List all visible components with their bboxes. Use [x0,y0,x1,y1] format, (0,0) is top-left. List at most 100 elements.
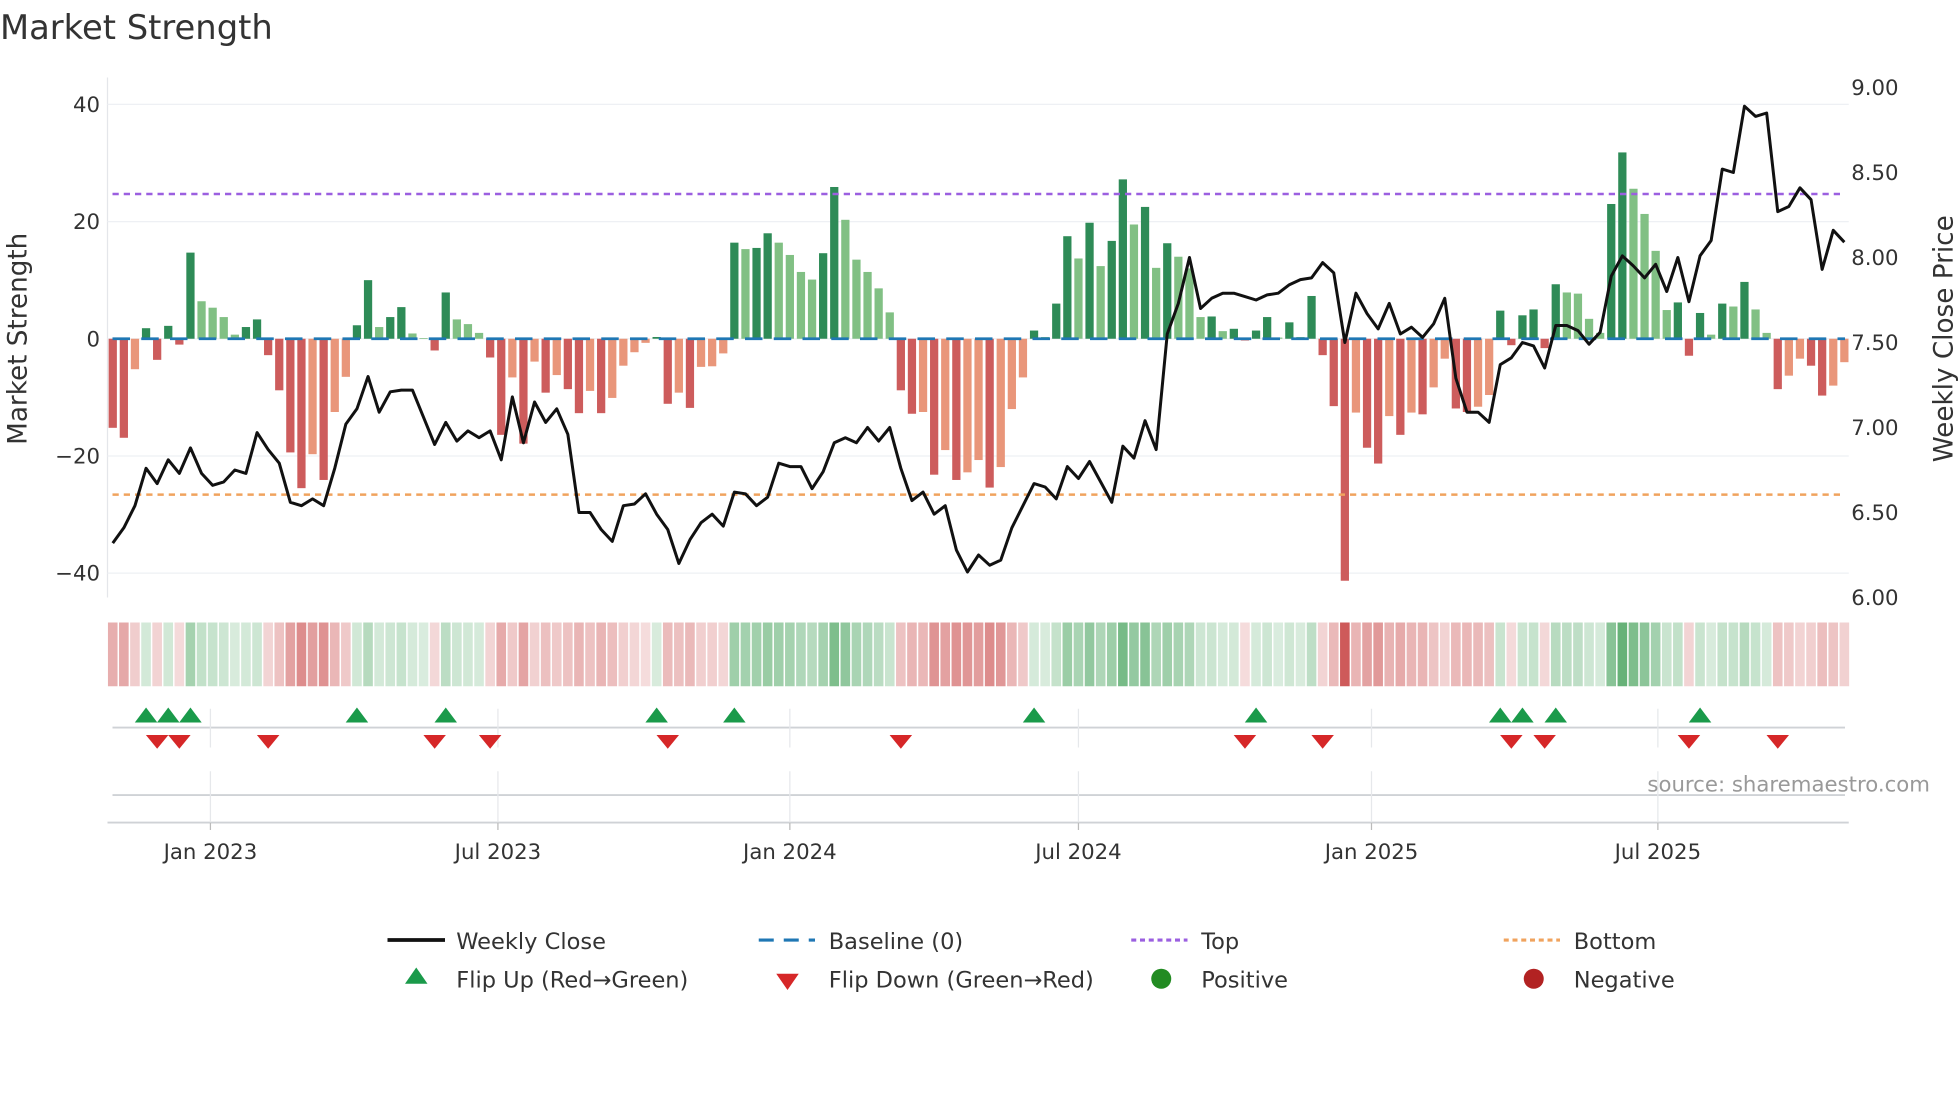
heat-cell [1229,622,1239,687]
strength-bar [1318,338,1327,356]
heat-cell [196,622,207,687]
legend-bottom: Bottom [1574,929,1657,955]
heat-cell [174,622,185,687]
strength-bar [1818,338,1827,396]
heat-cell [485,622,495,687]
strength-bar [264,338,273,356]
strength-bar [552,338,561,376]
strength-bar [297,338,306,489]
legend-positive: Positive [1201,968,1288,994]
strength-bar [1618,152,1627,339]
heat-cell [119,622,129,687]
heat-cell [640,622,651,687]
heat-cell [1728,622,1739,687]
heat-cell [862,622,873,687]
strength-bar [208,307,217,339]
flip-down-marker [423,735,446,749]
heat-cell [1384,622,1395,687]
heat-cell [1073,622,1084,687]
strength-bar [1307,295,1316,339]
strength-bar [819,253,828,339]
y2-axis-label: Weekly Close Price [1930,215,1960,462]
strength-bar [619,338,628,366]
heat-cell [507,622,518,687]
heat-cell [1772,622,1783,687]
strength-bar [1263,317,1272,339]
strength-bar [585,338,595,391]
legend-top: Top [1200,929,1239,955]
strength-bar [430,338,439,351]
heat-cell [1473,622,1483,687]
strength-bar [663,338,672,404]
heat-cell [1295,622,1306,687]
heat-cell [363,622,373,687]
heat-cell [1328,622,1339,687]
strength-bar [574,338,584,414]
heat-cell [274,622,285,687]
heat-cell [551,622,562,687]
strength-bar [141,328,151,339]
flip-up-marker [434,707,457,723]
heat-cell [1273,622,1284,687]
strength-bar [785,254,794,339]
strength-bar [730,242,739,339]
heat-cell [341,622,351,687]
heat-cell [1206,622,1217,687]
heat-cell [374,622,384,687]
heat-cell [729,622,740,687]
heat-cell [1673,622,1683,687]
strength-bar [1806,338,1816,366]
flip-down-marker [889,735,913,749]
strength-bar [1440,338,1449,359]
heat-cell [1095,622,1106,687]
market-strength-chart: Market Strength 40 20 0 −20 −40 9.00 8.50 8.00 7… [0,8,1960,994]
heat-cell [940,622,951,687]
heat-cell [818,622,828,687]
heat-cell [662,622,673,687]
strength-bar [241,327,251,339]
heat-cell [1007,622,1017,687]
heat-cell [1784,622,1794,687]
flip-up-marker [1544,707,1567,723]
heat-cell [385,622,396,687]
heat-cell [1828,622,1839,687]
heat-cell [1695,622,1705,687]
heat-cell [141,622,151,687]
strength-bar [1251,330,1261,339]
legend-flip-up: Flip Up (Red→Green) [456,968,688,994]
flip-up-marker [179,707,202,723]
heat-cell [1284,622,1295,687]
heat-cell [618,622,629,687]
heat-cell [1539,622,1550,687]
heat-cell [452,622,462,687]
source-credit: source: sharemaestro.com [1647,772,1930,797]
strength-bar [1107,240,1116,339]
heat-cell [1240,622,1250,687]
heat-cell [1739,622,1750,687]
heat-cell [474,622,484,687]
flip-down-marker [1311,735,1334,749]
heat-cell [973,622,984,687]
heat-cell [1417,622,1428,687]
heat-cell [1306,622,1317,687]
heat-cell [1650,622,1661,687]
heat-cell [1484,622,1494,687]
heat-cell [396,622,407,687]
heat-cell [1439,622,1450,687]
strength-bar [452,319,461,339]
strength-bar [1751,309,1760,339]
heat-cell [574,622,584,687]
heat-cell [1373,622,1383,687]
strength-bar [1518,315,1527,339]
heat-cell [252,622,262,687]
strength-bar [119,338,128,438]
flip-up-marker [1244,707,1268,723]
heat-cell [718,622,729,687]
legend-positive-dot-icon [1151,968,1172,989]
strength-bar [719,338,728,354]
heat-cell [1162,622,1173,687]
strength-bar [1207,316,1216,339]
heat-cell [1040,622,1050,687]
heat-cell [1317,622,1328,687]
flip-down-marker [145,735,169,749]
